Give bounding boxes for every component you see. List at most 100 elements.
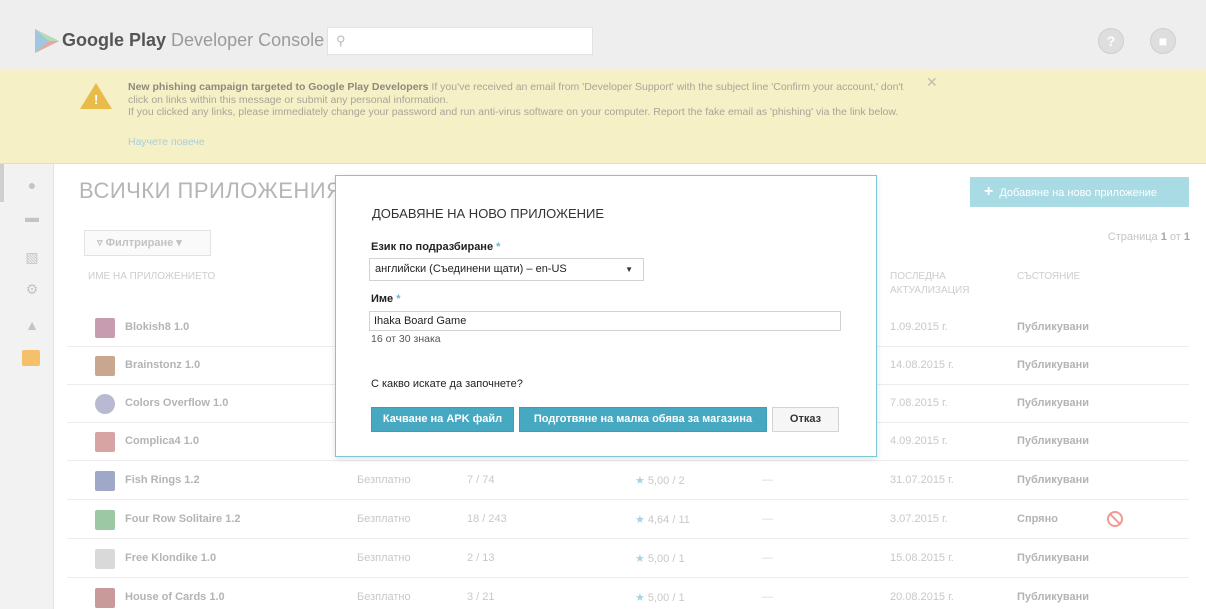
- upload-apk-button[interactable]: Качване на APK файл: [371, 407, 514, 432]
- google-play-logo-icon[interactable]: [33, 28, 61, 54]
- pager-sep: от: [1166, 231, 1184, 243]
- default-language-value: английски (Съединени щати) – en-US: [375, 263, 567, 275]
- app-rating-value: 5,00 / 2: [647, 475, 685, 487]
- warning-icon-mark: !: [94, 92, 99, 107]
- filter-button[interactable]: ▿ Филтриране ▾: [84, 230, 211, 256]
- table-row[interactable]: Fish Rings 1.2 Безплатно 7 / 74 ★ 5,00 / …: [67, 462, 1189, 500]
- last-updated: 3.07.2015 г.: [890, 513, 948, 525]
- alert-icon[interactable]: ▲: [24, 318, 40, 332]
- default-language-label: Език по подразбиране *: [371, 241, 500, 253]
- start-question: С какво искате да започнете?: [371, 378, 523, 390]
- app-price: Безплатно: [357, 474, 411, 486]
- last-updated: 31.07.2015 г.: [890, 474, 954, 486]
- blocked-icon[interactable]: [1107, 511, 1123, 527]
- pager: Страница 1 от 1: [1108, 231, 1190, 243]
- app-name[interactable]: Complica4 1.0: [125, 435, 199, 447]
- last-updated: 7.08.2015 г.: [890, 397, 948, 409]
- app-rating-value: 4,64 / 11: [647, 514, 690, 526]
- required-mark: *: [396, 293, 401, 305]
- app-installs: 18 / 243: [467, 513, 507, 525]
- app-name[interactable]: Four Row Solitaire 1.2: [125, 513, 241, 525]
- rail-active-indicator: [0, 164, 4, 202]
- close-icon[interactable]: ✕: [926, 74, 938, 91]
- app-installs: 3 / 21: [467, 591, 495, 603]
- app-status: Публикувани: [1017, 359, 1090, 371]
- search-icon: ⚲: [336, 33, 346, 48]
- app-icon: [95, 549, 115, 569]
- filter-button-label: Филтриране ▾: [105, 237, 182, 249]
- app-name[interactable]: Brainstonz 1.0: [125, 359, 200, 371]
- banner-text: New phishing campaign targeted to Google…: [128, 81, 908, 119]
- table-row[interactable]: Four Row Solitaire 1.2 Безплатно 18 / 24…: [67, 501, 1189, 539]
- app-crashes: —: [762, 474, 773, 486]
- app-status: Спряно: [1017, 513, 1058, 525]
- add-app-button-label: Добавяне на ново приложение: [999, 187, 1158, 199]
- cancel-button[interactable]: Отказ: [772, 407, 839, 432]
- app-crashes: —: [762, 513, 773, 525]
- star-icon: ★: [635, 514, 645, 526]
- app-name[interactable]: House of Cards 1.0: [125, 591, 225, 603]
- app-installs: 7 / 74: [467, 474, 495, 486]
- star-icon: ★: [635, 553, 645, 565]
- last-updated: 15.08.2015 г.: [890, 552, 954, 564]
- banner-line-2: If you clicked any links, please immedia…: [128, 106, 899, 119]
- app-name-input[interactable]: [369, 311, 841, 331]
- app-status: Публикувани: [1017, 321, 1090, 333]
- dialog-title: ДОБАВЯНЕ НА НОВО ПРИЛОЖЕНИЕ: [372, 206, 605, 221]
- brand-product: Developer Console: [171, 30, 325, 50]
- required-mark: *: [496, 241, 501, 253]
- app-name[interactable]: Blokish8 1.0: [125, 321, 189, 333]
- add-app-dialog: ДОБАВЯНЕ НА НОВО ПРИЛОЖЕНИЕ Език по подр…: [335, 175, 877, 457]
- filter-icon: ▿: [97, 237, 103, 249]
- account-icon[interactable]: ■: [1150, 28, 1176, 54]
- last-updated: 20.08.2015 г.: [890, 591, 954, 603]
- app-icon: [95, 510, 115, 530]
- app-icon: [95, 356, 115, 376]
- announcement-icon[interactable]: [22, 350, 40, 366]
- game-controller-icon[interactable]: ▬: [24, 210, 40, 224]
- app-status: Публикувани: [1017, 397, 1090, 409]
- gear-icon[interactable]: ⚙: [24, 282, 40, 296]
- table-row[interactable]: Free Klondike 1.0 Безплатно 2 / 13 ★ 5,00…: [67, 540, 1189, 578]
- page-title: ВСИЧКИ ПРИЛОЖЕНИЯ: [79, 178, 343, 203]
- app-crashes: —: [762, 591, 773, 603]
- app-icon: [95, 471, 115, 491]
- prepare-store-listing-button[interactable]: Подготвяне на малка обява за магазина: [519, 407, 767, 432]
- app-name[interactable]: Colors Overflow 1.0: [125, 397, 228, 409]
- app-status: Публикувани: [1017, 435, 1090, 447]
- banner-learn-more-link[interactable]: Научете повече: [128, 136, 205, 148]
- left-rail: [0, 164, 54, 609]
- column-header-name[interactable]: ИМЕ НА ПРИЛОЖЕНИЕТО: [88, 270, 215, 284]
- android-icon[interactable]: ●: [24, 178, 40, 192]
- app-rating: ★ 5,00 / 1: [635, 552, 685, 565]
- add-app-button[interactable]: + Добавяне на ново приложение: [970, 177, 1189, 207]
- name-label: Име *: [371, 293, 401, 305]
- table-row[interactable]: House of Cards 1.0 Безплатно 3 / 21 ★ 5,0…: [67, 579, 1189, 609]
- pager-total: 1: [1183, 231, 1190, 243]
- app-rating-value: 5,00 / 1: [647, 553, 685, 565]
- default-language-label-text: Език по подразбиране: [371, 241, 494, 253]
- app-title[interactable]: Google Play Developer Console: [62, 30, 324, 51]
- search-input[interactable]: ⚲: [327, 27, 593, 55]
- star-icon: ★: [635, 592, 645, 604]
- star-icon: ★: [635, 475, 645, 487]
- app-status: Публикувани: [1017, 474, 1090, 486]
- document-icon[interactable]: ▧: [24, 250, 40, 264]
- app-rating: ★ 5,00 / 1: [635, 591, 685, 604]
- plus-icon: +: [984, 183, 994, 200]
- name-label-text: Име: [371, 293, 394, 305]
- help-icon[interactable]: ?: [1098, 28, 1124, 54]
- char-counter: 16 от 30 знака: [371, 333, 441, 345]
- app-name[interactable]: Fish Rings 1.2: [125, 474, 200, 486]
- app-icon: [95, 394, 115, 414]
- column-header-updated[interactable]: ПОСЛЕДНА АКТУАЛИЗАЦИЯ: [890, 270, 969, 298]
- column-header-status[interactable]: СЪСТОЯНИЕ: [1017, 270, 1080, 284]
- pager-prefix: Страница: [1107, 231, 1161, 243]
- app-name[interactable]: Free Klondike 1.0: [125, 552, 216, 564]
- brand-name: Google Play: [62, 30, 167, 50]
- top-bar: Google Play Developer Console ⚲ ? ■: [0, 0, 1206, 74]
- app-price: Безплатно: [357, 591, 411, 603]
- default-language-select[interactable]: английски (Съединени щати) – en-US ▼: [369, 258, 644, 281]
- app-rating: ★ 4,64 / 11: [635, 513, 690, 526]
- app-crashes: —: [762, 552, 773, 564]
